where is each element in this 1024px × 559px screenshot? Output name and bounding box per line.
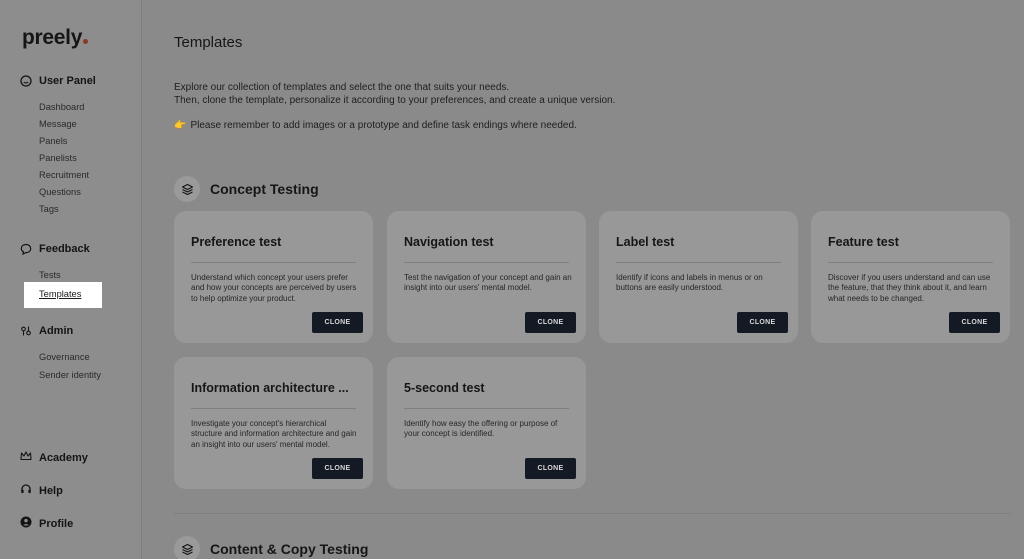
card-description: Investigate your concept's hierarchical … [191, 419, 357, 449]
intro-line-1: Explore our collection of templates and … [174, 82, 510, 93]
section-label: Admin [39, 325, 74, 337]
card-divider [616, 262, 781, 263]
section-admin[interactable]: Admin [20, 325, 73, 337]
card-divider [404, 262, 569, 263]
sidebar: preely User Panel Dashboard Message Pane… [0, 0, 142, 559]
template-card-preference-test: Preference test Understand which concept… [174, 211, 373, 343]
section-label: User Panel [39, 75, 96, 87]
section-label: Feedback [39, 243, 90, 255]
sidebar-item-dashboard[interactable]: Dashboard [39, 102, 84, 112]
sidebar-item-governance[interactable]: Governance [39, 352, 90, 362]
reminder-text: Please remember to add images or a proto… [190, 120, 577, 131]
section-feedback[interactable]: Feedback [20, 243, 90, 255]
clone-button[interactable]: CLONE [737, 312, 788, 333]
sidebar-item-panelists[interactable]: Panelists [39, 153, 77, 163]
section-divider [174, 513, 1011, 514]
card-title: Preference test [191, 235, 282, 249]
settings-sliders-icon [20, 325, 32, 337]
card-divider [191, 262, 356, 263]
sidebar-help-link[interactable]: Help [20, 483, 63, 498]
page-title: Templates [174, 34, 243, 51]
intro-text: Explore our collection of templates and … [174, 81, 615, 107]
category-content-copy-testing: Content & Copy Testing [174, 536, 368, 559]
crown-icon [20, 450, 32, 465]
sidebar-item-tags[interactable]: Tags [39, 204, 59, 214]
card-description: Identify if icons and labels in menus or… [616, 273, 763, 293]
logo[interactable]: preely [22, 26, 89, 50]
category-concept-testing: Concept Testing [174, 176, 319, 202]
chat-bubble-icon [20, 243, 32, 255]
card-divider [404, 408, 569, 409]
sidebar-item-panels[interactable]: Panels [39, 136, 67, 146]
sidebar-item-recruitment[interactable]: Recruitment [39, 170, 89, 180]
main-content: Templates Explore our collection of temp… [143, 0, 1024, 559]
reminder-note: 👉 Please remember to add images or a pro… [174, 120, 577, 131]
card-description: Discover if you users understand and can… [828, 273, 991, 303]
help-label: Help [39, 484, 63, 497]
smiley-icon [20, 75, 32, 87]
category-title: Concept Testing [210, 181, 319, 197]
headset-icon [20, 483, 32, 498]
card-description: Identify how easy the offering or purpos… [404, 419, 558, 439]
layers-icon [174, 176, 200, 202]
sidebar-academy-link[interactable]: Academy [20, 450, 88, 465]
card-title: Feature test [828, 235, 899, 249]
category-title: Content & Copy Testing [210, 541, 369, 557]
card-description: Test the navigation of your concept and … [404, 273, 572, 293]
clone-button[interactable]: CLONE [312, 458, 363, 479]
card-title: Navigation test [404, 235, 494, 249]
clone-button[interactable]: CLONE [525, 312, 576, 333]
pointing-hand-icon: 👉 [174, 120, 187, 131]
sidebar-item-message[interactable]: Message [39, 119, 77, 129]
layers-icon [174, 536, 200, 559]
profile-label: Profile [39, 517, 74, 530]
intro-line-2: Then, clone the template, personalize it… [174, 95, 616, 106]
card-divider [191, 408, 356, 409]
clone-button[interactable]: CLONE [312, 312, 363, 333]
sidebar-item-tests[interactable]: Tests [39, 270, 61, 280]
template-card-label-test: Label test Identify if icons and labels … [599, 211, 798, 343]
sidebar-profile-link[interactable]: Profile [20, 516, 73, 531]
card-description: Understand which concept your users pref… [191, 273, 357, 303]
logo-dot [83, 39, 89, 44]
profile-icon [20, 516, 32, 531]
template-card-feature-test: Feature test Discover if you users under… [811, 211, 1010, 343]
sidebar-item-sender-identity[interactable]: Sender identity [39, 370, 101, 380]
card-divider [828, 262, 993, 263]
academy-label: Academy [39, 451, 88, 464]
section-user-panel[interactable]: User Panel [20, 75, 96, 87]
clone-button[interactable]: CLONE [525, 458, 576, 479]
card-title: Information architecture ... [191, 381, 349, 395]
template-card-5-second-test: 5-second test Identify how easy the offe… [387, 357, 586, 489]
template-card-navigation-test: Navigation test Test the navigation of y… [387, 211, 586, 343]
card-title: Label test [616, 235, 675, 249]
template-card-information-architecture: Information architecture ... Investigate… [174, 357, 373, 489]
sidebar-item-templates[interactable]: Templates [24, 282, 102, 308]
card-title: 5-second test [404, 381, 485, 395]
clone-button[interactable]: CLONE [949, 312, 1000, 333]
sidebar-item-questions[interactable]: Questions [39, 187, 81, 197]
